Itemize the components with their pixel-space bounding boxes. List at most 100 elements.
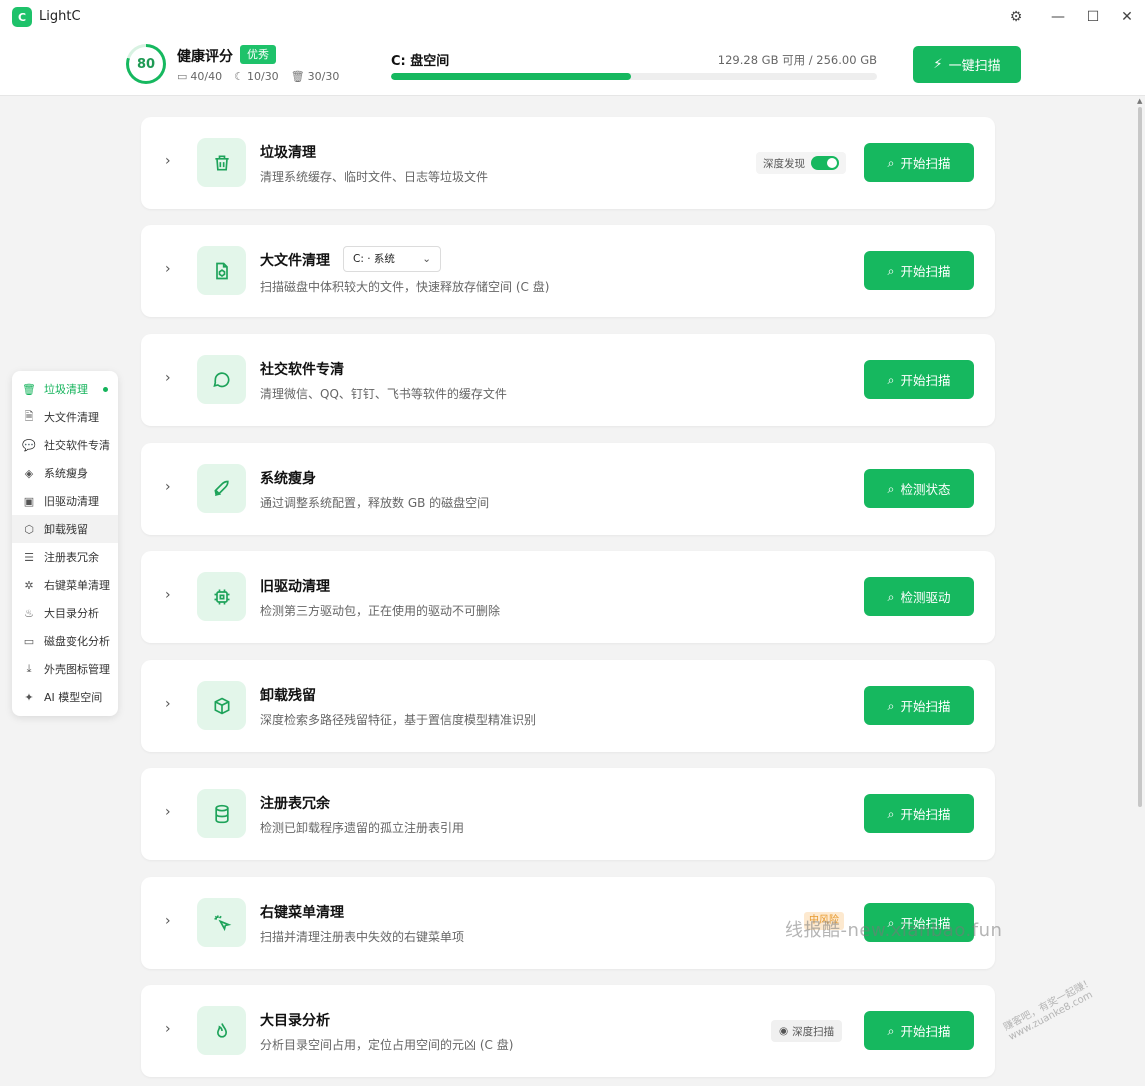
card-desc: 检测已卸载程序遗留的孤立注册表引用	[260, 821, 465, 835]
card-social: › 社交软件专清 清理微信、QQ、钉钉、飞书等软件的缓存文件 ⌕ 开始扫描	[141, 334, 995, 426]
button-label: 检测驱动	[900, 590, 951, 605]
database-icon	[197, 789, 246, 838]
chevron-right-icon[interactable]: ›	[165, 913, 171, 929]
card-title: 垃圾清理	[260, 145, 316, 161]
chevron-right-icon[interactable]: ›	[165, 696, 171, 712]
disk-usage-fill	[391, 73, 632, 80]
health-score-value: 80	[129, 47, 163, 81]
chevron-right-icon[interactable]: ›	[165, 261, 171, 277]
nav-label: 系统瘦身	[44, 467, 88, 480]
nav-item-ai-models[interactable]: ✦ AI 模型空间	[12, 683, 118, 711]
start-scan-button[interactable]: ⌕ 开始扫描	[864, 794, 974, 833]
chevron-right-icon[interactable]: ›	[165, 1021, 171, 1037]
start-scan-button[interactable]: ⌕ 开始扫描	[864, 360, 974, 399]
button-label: 开始扫描	[900, 373, 951, 388]
nav-item-uninstall-residue[interactable]: ⬡ 卸载残留	[12, 515, 118, 543]
cursor-icon: ✲	[24, 578, 34, 592]
one-click-scan-label: 一键扫描	[948, 59, 1001, 74]
nav-item-social[interactable]: 💬 社交软件专清	[12, 431, 118, 459]
button-label: 开始扫描	[900, 156, 951, 171]
scroll-up-arrow-icon[interactable]: ▲	[1137, 97, 1142, 105]
start-scan-button[interactable]: ⌕ 开始扫描	[864, 1011, 974, 1050]
search-icon: ⌕	[887, 588, 895, 604]
chevron-right-icon[interactable]: ›	[165, 479, 171, 495]
detect-status-button[interactable]: ⌕ 检测状态	[864, 469, 974, 508]
chevron-down-icon: ⌄	[422, 253, 431, 265]
minimize-icon[interactable]: —	[1048, 7, 1068, 27]
nav-label: 大文件清理	[44, 411, 99, 424]
stat-moon: ☾ 10/30	[234, 70, 279, 83]
nav-label: AI 模型空间	[44, 691, 103, 704]
start-scan-button[interactable]: ⌕ 开始扫描	[864, 251, 974, 290]
disk-available: 129.28 GB 可用 / 256.00 GB	[717, 53, 877, 67]
card-junk-clean: › 垃圾清理 清理系统缓存、临时文件、日志等垃圾文件 深度发现 ⌕ 开始扫描	[141, 117, 995, 209]
detect-drivers-button[interactable]: ⌕ 检测驱动	[864, 577, 974, 616]
disk-usage-bar	[391, 73, 877, 80]
moon-icon: ☾	[234, 70, 244, 83]
maximize-icon[interactable]: ☐	[1083, 7, 1103, 27]
search-icon: ⌕	[887, 1022, 895, 1038]
chat-icon	[197, 355, 246, 404]
toggle-label: 深度发现	[763, 157, 805, 170]
nav-item-large-dirs[interactable]: ♨ 大目录分析	[12, 599, 118, 627]
one-click-scan-button[interactable]: ⚡ 一键扫描	[913, 46, 1021, 83]
stat-drive-value: 40/40	[190, 70, 223, 83]
close-icon[interactable]: ✕	[1117, 7, 1137, 27]
nav-item-junk-clean[interactable]: 🗑 垃圾清理	[12, 375, 118, 403]
deep-discovery-toggle[interactable]: 深度发现	[756, 152, 846, 174]
card-desc: 扫描磁盘中体积较大的文件，快速释放存储空间 (C 盘)	[260, 280, 550, 294]
nav-label: 社交软件专清	[44, 439, 110, 452]
active-dot	[103, 387, 108, 392]
drive-select[interactable]: C: · 系统 ⌄	[343, 246, 441, 272]
nav-label: 外壳图标管理	[44, 663, 110, 676]
card-large-dirs: › 大目录分析 分析目录空间占用，定位占用空间的元凶 (C 盘) ◉ 深度扫描 ⌕…	[141, 985, 995, 1077]
eye-icon: ◉	[779, 1025, 789, 1037]
nav-item-disk-changes[interactable]: ▭ 磁盘变化分析	[12, 627, 118, 655]
side-navigation: 🗑 垃圾清理 🗎 大文件清理 💬 社交软件专清 ◈ 系统瘦身 ▣ 旧驱动清理 ⬡ 卸载残留 …	[12, 371, 118, 716]
card-old-drivers: › 旧驱动清理 检测第三方驱动包，正在使用的驱动不可删除 ⌕ 检测驱动	[141, 551, 995, 643]
nav-label: 磁盘变化分析	[44, 635, 110, 648]
start-scan-button[interactable]: ⌕ 开始扫描	[864, 143, 974, 182]
chevron-right-icon[interactable]: ›	[165, 804, 171, 820]
card-desc: 清理系统缓存、临时文件、日志等垃圾文件	[260, 170, 489, 184]
card-uninstall-residue: › 卸载残留 深度检索多路径残留特征，基于置信度模型精准识别 ⌕ 开始扫描	[141, 660, 995, 752]
chevron-right-icon[interactable]: ›	[165, 153, 171, 169]
nav-label: 垃圾清理	[44, 383, 88, 396]
settings-gear-icon[interactable]: ⚙	[1006, 7, 1026, 27]
select-value: C: · 系统	[353, 253, 395, 265]
card-desc: 检测第三方驱动包，正在使用的驱动不可删除	[260, 604, 501, 618]
card-title: 右键菜单清理	[260, 905, 344, 921]
card-title: 大文件清理	[260, 253, 330, 269]
card-registry: › 注册表冗余 检测已卸载程序遗留的孤立注册表引用 ⌕ 开始扫描	[141, 768, 995, 860]
download-icon: ⤓	[26, 662, 32, 675]
nav-item-large-files[interactable]: 🗎 大文件清理	[12, 403, 118, 431]
chevron-right-icon[interactable]: ›	[165, 587, 171, 603]
card-title: 注册表冗余	[260, 796, 330, 812]
nav-item-registry[interactable]: ☰ 注册表冗余	[12, 543, 118, 571]
deep-scan-chip[interactable]: ◉ 深度扫描	[771, 1020, 843, 1042]
nav-item-old-drivers[interactable]: ▣ 旧驱动清理	[12, 487, 118, 515]
nav-item-shell-icons[interactable]: ⤓ 外壳图标管理	[12, 655, 118, 683]
chip-label: 深度扫描	[792, 1025, 835, 1038]
status-header: 80 健康评分 优秀 ▭ 40/40 ☾ 10/30 🗑 30/30 C: 盘空间 1…	[0, 34, 1145, 96]
search-icon: ⌕	[887, 154, 895, 170]
lightning-icon: ⚡	[933, 57, 943, 72]
stat-trash-value: 30/30	[307, 70, 340, 83]
chevron-right-icon[interactable]: ›	[165, 370, 171, 386]
start-scan-button[interactable]: ⌕ 开始扫描	[864, 686, 974, 725]
button-label: 开始扫描	[900, 807, 951, 822]
flame-icon: ♨	[24, 606, 34, 620]
toggle-switch[interactable]	[811, 156, 839, 170]
nav-label: 卸载残留	[44, 523, 88, 536]
watermark: 线报酷-new.xianbao.fun	[785, 920, 1003, 941]
nav-item-system-slim[interactable]: ◈ 系统瘦身	[12, 459, 118, 487]
disk-title: C: 盘空间	[391, 54, 450, 69]
scrollbar[interactable]: ▲	[1137, 97, 1143, 1086]
app-logo-icon: C	[12, 7, 32, 27]
flame-icon	[197, 1006, 246, 1055]
nav-item-context-menu[interactable]: ✲ 右键菜单清理	[12, 571, 118, 599]
stat-drive: ▭ 40/40	[177, 70, 222, 83]
scroll-thumb[interactable]	[1138, 107, 1142, 807]
card-desc: 清理微信、QQ、钉钉、飞书等软件的缓存文件	[260, 387, 507, 401]
box-icon: ⬡	[24, 522, 34, 536]
